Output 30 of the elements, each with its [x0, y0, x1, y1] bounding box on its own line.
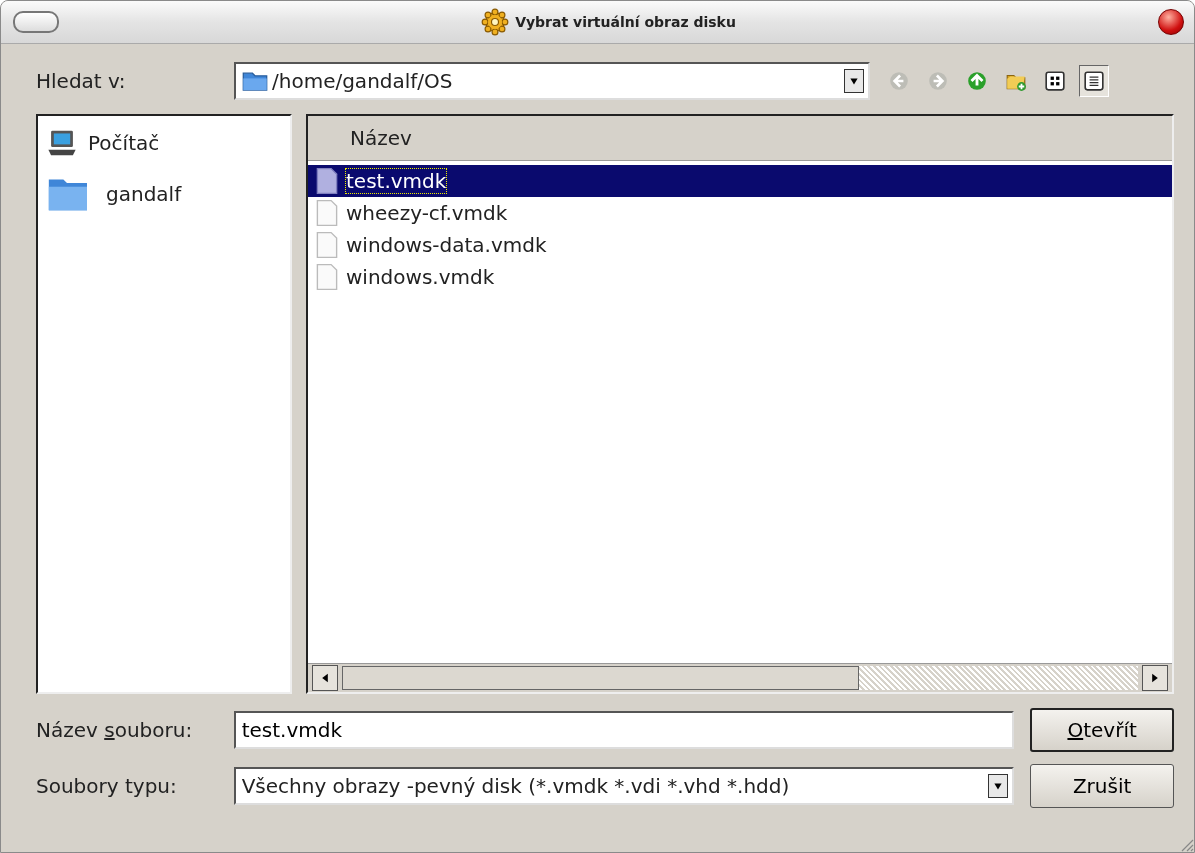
icon-view-icon: [1044, 70, 1066, 92]
close-button[interactable]: [1158, 9, 1184, 35]
folder-icon: [242, 70, 268, 92]
list-view-icon: [1083, 70, 1105, 92]
file-icon: [316, 167, 338, 195]
filename-field[interactable]: test.vmdk: [233, 711, 1015, 749]
file-row[interactable]: windows.vmdk: [308, 261, 1172, 293]
file-icon: [316, 263, 338, 291]
file-row[interactable]: wheezy-cf.vmdk: [308, 197, 1172, 229]
file-icon: [316, 231, 338, 259]
horizontal-scrollbar[interactable]: [308, 663, 1172, 692]
nav-back-icon: [888, 70, 910, 92]
file-row[interactable]: windows-data.vmdk: [308, 229, 1172, 261]
list-view-button[interactable]: [1079, 65, 1109, 97]
file-type-dropdown[interactable]: Všechny obrazy -pevný disk (*.vmdk *.vdi *.vhd *.hdd): [233, 767, 1015, 805]
location-label: Hledat v:: [36, 69, 127, 93]
place-item[interactable]: Počítač: [38, 124, 290, 162]
file-icon: [316, 199, 338, 227]
place-item[interactable]: gandalf: [38, 162, 290, 218]
location-dropdown[interactable]: /home/gandalf/OS: [234, 62, 870, 100]
file-row[interactable]: test.vmdk: [308, 165, 1172, 197]
cancel-button[interactable]: Zrušit: [1030, 764, 1174, 808]
nav-forward-icon: [927, 70, 949, 92]
shade-button[interactable]: [13, 11, 59, 33]
file-type-label: Soubory typu:: [36, 774, 178, 798]
open-button[interactable]: Otevřít: [1030, 708, 1174, 752]
window-title: Vybrat virtuální obraz disku: [515, 14, 736, 30]
gear-icon: [481, 8, 510, 36]
filename-label: Název souboru:: [36, 718, 194, 742]
column-header[interactable]: Název: [308, 116, 1172, 160]
